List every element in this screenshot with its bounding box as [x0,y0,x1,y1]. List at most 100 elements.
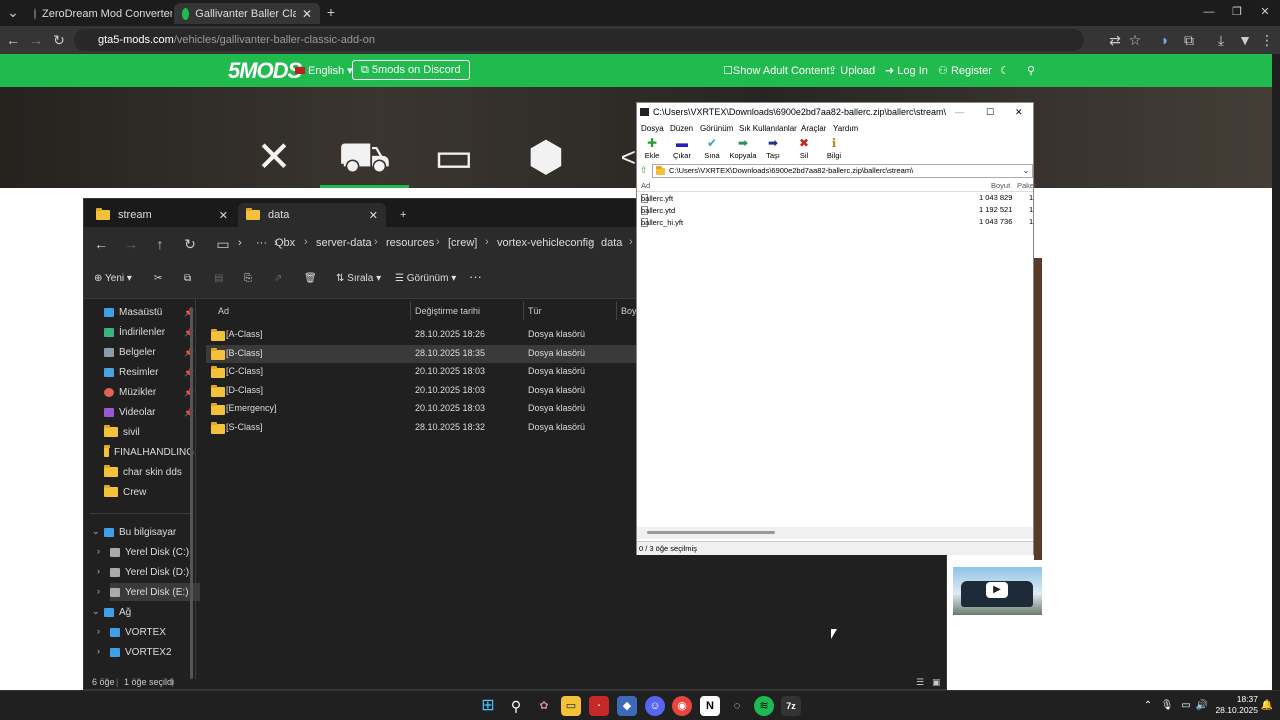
chevron-down-icon[interactable]: ⌄ [92,526,100,537]
menu-item-favorites[interactable]: Sık Kullanılanlar [739,124,797,133]
sidebar-scrollbar[interactable] [190,307,193,679]
address-bar[interactable]: gta5-mods.com/vehicles/gallivanter-balle… [74,29,1084,51]
chevron-right-icon[interactable]: › [97,586,100,596]
sidebar-item-drive-d[interactable]: Yerel Disk (D:) [110,563,200,581]
notification-icon[interactable]: 🔔 [1257,696,1277,716]
more-options-icon[interactable]: ··· [469,269,482,284]
forward-icon[interactable]: → [122,235,140,253]
column-header-name[interactable]: Ad [218,306,229,316]
paste-icon[interactable]: ▤ [214,273,223,284]
breadcrumb-qbx[interactable]: Qbx [275,237,295,249]
minimize-icon[interactable]: — [1200,3,1218,21]
up-folder-icon[interactable]: ⇧ [640,165,648,176]
language-selector[interactable]: English ▾ [295,64,353,77]
forward-icon[interactable]: → [27,31,45,49]
sidebar-item-pictures[interactable]: Resimler📌 [104,363,194,381]
browser-tab-1[interactable]: ZeroDream Mod Converter | GT ✕ [26,3,172,24]
rename-icon[interactable]: ⎘ [244,273,252,284]
column-header-type[interactable]: Tür [528,306,542,316]
delete-icon[interactable]: 🗑 [304,273,317,284]
browser-tab-2[interactable]: Gallivanter Baller Classic [Add-On ✕ [174,3,320,24]
move-button[interactable]: ➡ Taşı [758,136,788,160]
reload-icon[interactable]: ↻ [50,31,68,49]
download-icon[interactable]: ⤓ [1212,31,1230,49]
mod-gallery-image[interactable] [1034,258,1042,560]
list-item[interactable]: ballerc.yft 1 043 829 1 [637,192,1033,204]
sidebar-item-network[interactable]: Ağ [104,603,194,621]
column-header-size[interactable]: Boyut [991,181,1010,190]
tools-category-icon[interactable]: ✕ [248,131,300,183]
chevron-right-icon[interactable]: › [97,546,100,556]
window-close-icon[interactable]: ✕ [1015,103,1023,121]
video-thumbnail[interactable]: ▶ [953,567,1042,615]
sidebar-item-documents[interactable]: Belgeler📌 [104,343,194,361]
chevron-right-icon[interactable]: › [97,626,100,636]
tiles-view-icon[interactable]: ▣ [932,677,941,688]
sidebar-item-vortex2[interactable]: VORTEX2 [110,643,200,661]
explorer-tab-data[interactable]: data ✕ [238,203,386,227]
search-icon[interactable]: ⚲ [506,696,526,716]
extensions-puzzle-icon[interactable]: ⧉ [1180,31,1198,49]
column-divider[interactable] [616,302,617,320]
window-close-icon[interactable]: ✕ [1256,3,1274,21]
sidebar-item-videos[interactable]: Videolar📌 [104,403,194,421]
refresh-icon[interactable]: ↻ [181,235,199,253]
sidebar-item-desktop[interactable]: Masaüstü📌 [104,303,194,321]
cut-icon[interactable]: ✂ [154,273,162,284]
shield-icon[interactable]: ▼ [1236,31,1254,49]
add-button[interactable]: ✚ Ekle [637,136,667,160]
close-icon[interactable]: ✕ [369,209,378,222]
chrome-icon[interactable]: ◉ [672,696,692,716]
extension-icon[interactable]: ◗ [1156,31,1174,49]
new-tab-icon[interactable]: + [392,203,414,227]
notion-icon[interactable]: N [700,696,720,716]
view-button[interactable]: ☰ Görünüm ▾ [395,273,456,284]
chevron-up-icon[interactable]: ⌃ [1138,696,1158,716]
microphone-icon[interactable]: 🎙 [1157,696,1177,716]
column-header-packed[interactable]: Paket [1017,181,1036,190]
info-button[interactable]: ℹ Bilgi [819,136,849,160]
chevron-right-icon[interactable]: › [97,646,100,656]
play-icon[interactable]: ▶ [986,582,1008,598]
menu-item-tools[interactable]: Araçlar [801,124,826,133]
copy-button[interactable]: ➡ Kopyala [728,136,758,160]
chevron-down-icon[interactable]: ⌄ [92,606,100,617]
menu-dots-icon[interactable]: ⋮ [1258,31,1276,49]
app-blue-icon[interactable]: ◆ [617,696,637,716]
volume-icon[interactable]: 🔊 [1192,696,1212,716]
breadcrumb-crew[interactable]: [crew] [448,237,477,249]
menu-item-file[interactable]: Dosya [641,124,664,133]
sidebar-item-music[interactable]: Müzikler📌 [104,383,194,401]
dark-mode-icon[interactable]: ☾ [1000,64,1010,77]
sidebar-item-crew[interactable]: Crew [104,483,194,501]
sidebar-item-char-skin-dds[interactable]: char skin dds [104,463,194,481]
sort-button[interactable]: ⇅ Sırala ▾ [336,273,381,284]
column-header-name[interactable]: Ad [641,181,650,190]
menu-item-edit[interactable]: Düzen [670,124,693,133]
minimize-icon[interactable]: — [955,103,964,121]
breadcrumb-server-data[interactable]: server-data [316,237,372,249]
breadcrumb-resources[interactable]: resources [386,237,434,249]
details-view-icon[interactable]: ☰ [916,677,924,688]
adult-content-toggle[interactable]: ☐Show Adult Content [723,64,830,77]
register-link[interactable]: ⚇ Register [938,64,992,77]
tab-list-icon[interactable]: ⌄ [4,3,22,21]
test-button[interactable]: ✔ Sına [697,136,727,160]
maximize-icon[interactable]: ❐ [1228,3,1246,21]
explorer-tab-stream[interactable]: stream ✕ [88,203,236,227]
upload-link[interactable]: ⇪ Upload [828,64,875,77]
weapons-category-icon[interactable]: ⬢ [520,131,572,183]
new-button[interactable]: ⊕ Yeni ▾ [94,273,132,284]
sidebar-item-drive-e[interactable]: Yerel Disk (E:) [110,583,200,601]
computer-icon[interactable]: ▭ [214,235,232,253]
close-icon[interactable]: ✕ [219,209,228,222]
7zip-taskbar-icon[interactable]: 7z [781,696,801,716]
bookmark-star-icon[interactable]: ☆ [1126,31,1144,49]
menu-item-view[interactable]: Görünüm [700,124,733,133]
vehicles-category-icon[interactable]: ⛟ [338,131,391,183]
breadcrumb-data[interactable]: data [601,237,622,249]
list-item[interactable]: ballerc_hi.yft 1 043 736 1 [637,216,1033,228]
list-item[interactable]: ballerc.ytd 1 192 521 1 [637,204,1033,216]
menu-item-help[interactable]: Yardım [833,124,858,133]
sidebar-item-sivil[interactable]: sivil [104,423,194,441]
